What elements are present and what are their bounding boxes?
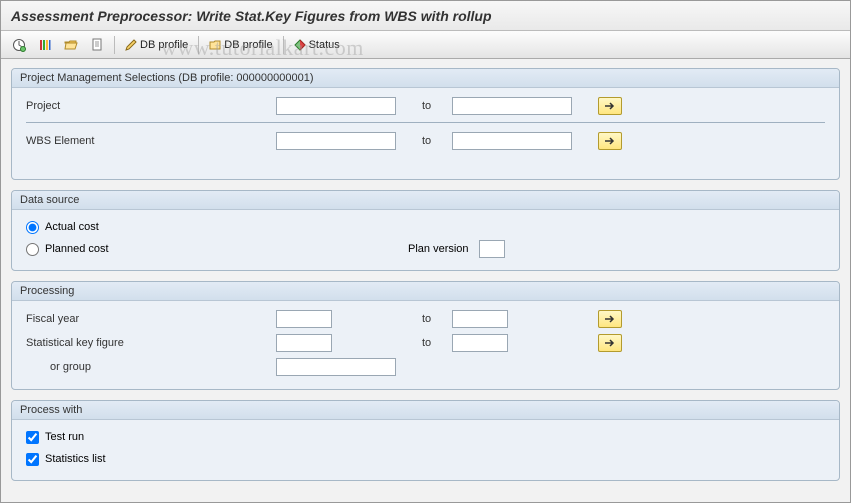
- arrow-right-icon: [604, 101, 616, 111]
- application-toolbar: DB profile DB profile Status: [1, 31, 850, 59]
- to-label: to: [416, 313, 452, 325]
- actual-cost-radio[interactable]: [26, 221, 39, 234]
- folder-open-icon: [64, 38, 78, 52]
- fiscal-year-from-input[interactable]: [276, 310, 332, 328]
- db-profile-edit-button[interactable]: DB profile: [120, 35, 193, 55]
- skf-label: Statistical key figure: [26, 337, 276, 349]
- group-data-source: Data source Actual cost Planned cost Pla…: [11, 190, 840, 271]
- variant-button[interactable]: [33, 35, 57, 55]
- db-profile-choose-button[interactable]: DB profile: [204, 35, 277, 55]
- to-label: to: [416, 337, 452, 349]
- page-title: Assessment Preprocessor: Write Stat.Key …: [11, 8, 840, 24]
- wbs-multiple-selection-button[interactable]: [598, 132, 622, 150]
- content-area: Project Management Selections (DB profil…: [1, 59, 850, 490]
- to-label: to: [416, 100, 452, 112]
- toolbar-separator: [114, 36, 115, 54]
- fiscal-year-to-input[interactable]: [452, 310, 508, 328]
- toolbar-separator: [198, 36, 199, 54]
- skf-to-input[interactable]: [452, 334, 508, 352]
- db-profile-edit-label: DB profile: [140, 39, 188, 51]
- statistics-list-label: Statistics list: [45, 453, 106, 465]
- planned-cost-label: Planned cost: [45, 243, 109, 255]
- variant-bars-icon: [38, 38, 52, 52]
- skf-group-input[interactable]: [276, 358, 396, 376]
- toolbar-separator: [283, 36, 284, 54]
- group-process-with: Process with Test run Statistics list: [11, 400, 840, 481]
- wbs-from-input[interactable]: [276, 132, 396, 150]
- planned-cost-radio[interactable]: [26, 243, 39, 256]
- status-button[interactable]: Status: [289, 35, 345, 55]
- divider: [26, 122, 825, 123]
- project-label: Project: [26, 100, 276, 112]
- arrow-right-icon: [604, 136, 616, 146]
- fiscal-year-label: Fiscal year: [26, 313, 276, 325]
- plan-version-input[interactable]: [479, 240, 505, 258]
- actual-cost-label: Actual cost: [45, 221, 99, 233]
- project-multiple-selection-button[interactable]: [598, 97, 622, 115]
- status-label: Status: [309, 39, 340, 51]
- execute-button[interactable]: [7, 35, 31, 55]
- arrow-right-icon: [604, 338, 616, 348]
- clock-execute-icon: [12, 38, 26, 52]
- project-from-input[interactable]: [276, 97, 396, 115]
- to-label: to: [416, 135, 452, 147]
- group-processing: Processing Fiscal year to Statistical ke…: [11, 281, 840, 390]
- status-diamond-icon: [294, 39, 306, 51]
- get-variant-button[interactable]: [59, 35, 83, 55]
- project-to-input[interactable]: [452, 97, 572, 115]
- fiscal-year-multiple-selection-button[interactable]: [598, 310, 622, 328]
- group-title: Process with: [12, 401, 839, 420]
- group-title: Data source: [12, 191, 839, 210]
- title-bar: Assessment Preprocessor: Write Stat.Key …: [1, 1, 850, 31]
- wbs-label: WBS Element: [26, 135, 276, 147]
- db-profile-choose-label: DB profile: [224, 39, 272, 51]
- group-title: Processing: [12, 282, 839, 301]
- skf-from-input[interactable]: [276, 334, 332, 352]
- arrow-right-icon: [604, 314, 616, 324]
- skf-multiple-selection-button[interactable]: [598, 334, 622, 352]
- group-project-management: Project Management Selections (DB profil…: [11, 68, 840, 180]
- test-run-label: Test run: [45, 431, 84, 443]
- document-icon: [90, 38, 104, 52]
- selection-options-button[interactable]: [85, 35, 109, 55]
- skf-group-label: or group: [26, 361, 276, 373]
- pencil-icon: [125, 39, 137, 51]
- group-title: Project Management Selections (DB profil…: [12, 69, 839, 88]
- test-run-checkbox[interactable]: [26, 431, 39, 444]
- statistics-list-checkbox[interactable]: [26, 453, 39, 466]
- wbs-to-input[interactable]: [452, 132, 572, 150]
- plan-version-label: Plan version: [408, 243, 469, 255]
- folder-icon: [209, 39, 221, 51]
